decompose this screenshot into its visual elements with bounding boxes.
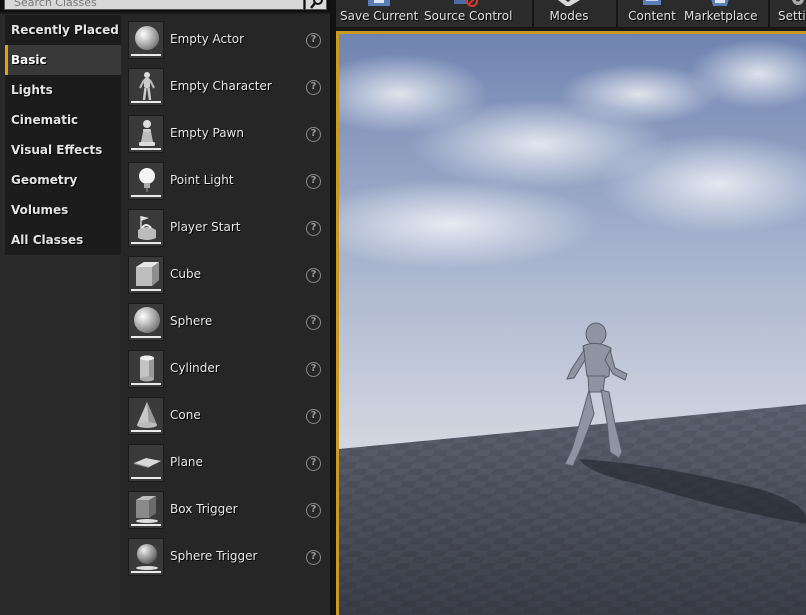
item-label: Cylinder — [170, 361, 220, 375]
item-label: Empty Pawn — [170, 126, 244, 140]
item-label: Empty Actor — [170, 32, 245, 46]
mannequin-icon — [139, 72, 155, 101]
search-bar: Search Classes — [0, 0, 330, 12]
item-label: Sphere — [170, 314, 213, 328]
category-all-classes[interactable]: All Classes — [5, 225, 121, 255]
item-empty-character[interactable]: Empty Character ? — [128, 68, 328, 112]
settings-button[interactable]: Setti — [778, 0, 806, 27]
category-volumes[interactable]: Volumes — [5, 195, 121, 225]
help-icon[interactable]: ? — [306, 315, 321, 330]
cube-icon — [136, 262, 159, 286]
item-sphere-trigger[interactable]: Sphere Trigger ? — [128, 538, 328, 582]
item-label: Plane — [170, 455, 203, 469]
category-cinematic[interactable]: Cinematic — [5, 105, 121, 135]
item-thumbnail — [128, 21, 164, 59]
save-icon — [368, 0, 390, 6]
sphere-trigger-icon — [136, 544, 158, 570]
item-label: Cube — [170, 267, 201, 281]
item-player-start[interactable]: Player Start ? — [128, 209, 328, 253]
item-box-trigger[interactable]: Box Trigger ? — [128, 491, 328, 535]
search-input[interactable]: Search Classes — [4, 0, 304, 10]
help-icon[interactable]: ? — [306, 80, 321, 95]
item-cone[interactable]: Cone ? — [128, 397, 328, 441]
category-recently-placed[interactable]: Recently Placed — [5, 15, 121, 45]
save-current-label: Save Current — [340, 9, 419, 23]
category-visual-effects[interactable]: Visual Effects — [5, 135, 121, 165]
settings-icon — [792, 0, 804, 5]
help-icon[interactable]: ? — [306, 362, 321, 377]
item-thumbnail — [128, 444, 164, 482]
modes-icon — [558, 0, 580, 6]
item-thumbnail — [128, 538, 164, 576]
marketplace-label: Marketplace — [684, 9, 758, 23]
search-icon — [310, 0, 323, 9]
help-icon[interactable]: ? — [306, 268, 321, 283]
help-icon[interactable]: ? — [306, 127, 321, 142]
content-button[interactable]: Content — [626, 0, 678, 27]
content-label: Content — [628, 9, 676, 23]
category-lights[interactable]: Lights — [5, 75, 121, 105]
source-control-button[interactable]: Source Control — [424, 0, 513, 27]
item-empty-actor[interactable]: Empty Actor ? — [128, 21, 328, 65]
marketplace-button[interactable]: Marketplace — [684, 0, 758, 27]
plane-icon — [134, 458, 161, 468]
box-trigger-icon — [136, 496, 158, 523]
category-geometry[interactable]: Geometry — [5, 165, 121, 195]
level-viewport[interactable] — [336, 31, 806, 615]
item-plane[interactable]: Plane ? — [128, 444, 328, 488]
save-current-button[interactable]: Save Current — [340, 0, 418, 27]
pawn-icon — [139, 120, 155, 146]
item-label: Player Start — [170, 220, 241, 234]
item-label: Point Light — [170, 173, 234, 187]
source-control-icon — [454, 0, 478, 7]
item-label: Sphere Trigger — [170, 549, 258, 563]
toolbar-separator — [616, 0, 618, 27]
item-label: Empty Character — [170, 79, 272, 93]
modes-button[interactable]: Modes — [539, 0, 599, 27]
help-icon[interactable]: ? — [306, 33, 321, 48]
viewport-scene — [339, 34, 806, 615]
sphere-icon — [134, 307, 160, 333]
item-cylinder[interactable]: Cylinder ? — [128, 350, 328, 394]
search-button[interactable] — [305, 0, 327, 10]
main-toolbar: Save Current Source Control Modes Conten… — [336, 0, 806, 28]
item-thumbnail — [128, 350, 164, 388]
placeable-items-list: Empty Actor ? Empty Character ? Empty Pa… — [121, 14, 330, 615]
category-list: Recently Placed Basic Lights Cinematic V… — [5, 15, 121, 255]
help-icon[interactable]: ? — [306, 550, 321, 565]
item-thumbnail — [128, 162, 164, 200]
item-thumbnail — [128, 256, 164, 294]
item-thumbnail — [128, 68, 164, 106]
modes-label: Modes — [549, 9, 589, 23]
item-label: Cone — [170, 408, 201, 422]
item-label: Box Trigger — [170, 502, 238, 516]
item-thumbnail — [128, 209, 164, 247]
item-thumbnail — [128, 397, 164, 435]
source-control-label: Source Control — [424, 9, 513, 23]
lightbulb-icon — [139, 168, 155, 192]
item-thumbnail — [128, 491, 164, 529]
marketplace-icon — [711, 0, 729, 6]
item-cube[interactable]: Cube ? — [128, 256, 328, 300]
toolbar-separator — [532, 0, 534, 27]
sphere-icon — [135, 26, 159, 50]
toolbar-separator — [768, 0, 770, 27]
help-icon[interactable]: ? — [306, 221, 321, 236]
item-empty-pawn[interactable]: Empty Pawn ? — [128, 115, 328, 159]
item-thumbnail — [128, 115, 164, 153]
item-sphere[interactable]: Sphere ? — [128, 303, 328, 347]
cylinder-icon — [140, 355, 154, 382]
content-icon — [643, 0, 661, 5]
category-basic[interactable]: Basic — [5, 45, 121, 75]
player-start-icon — [138, 216, 156, 240]
item-thumbnail — [128, 303, 164, 341]
category-panel: Recently Placed Basic Lights Cinematic V… — [0, 14, 121, 615]
item-point-light[interactable]: Point Light ? — [128, 162, 328, 206]
help-icon[interactable]: ? — [306, 456, 321, 471]
help-icon[interactable]: ? — [306, 174, 321, 189]
settings-label: Setti — [778, 9, 806, 23]
help-icon[interactable]: ? — [306, 409, 321, 424]
cone-icon — [137, 402, 157, 428]
help-icon[interactable]: ? — [306, 503, 321, 518]
